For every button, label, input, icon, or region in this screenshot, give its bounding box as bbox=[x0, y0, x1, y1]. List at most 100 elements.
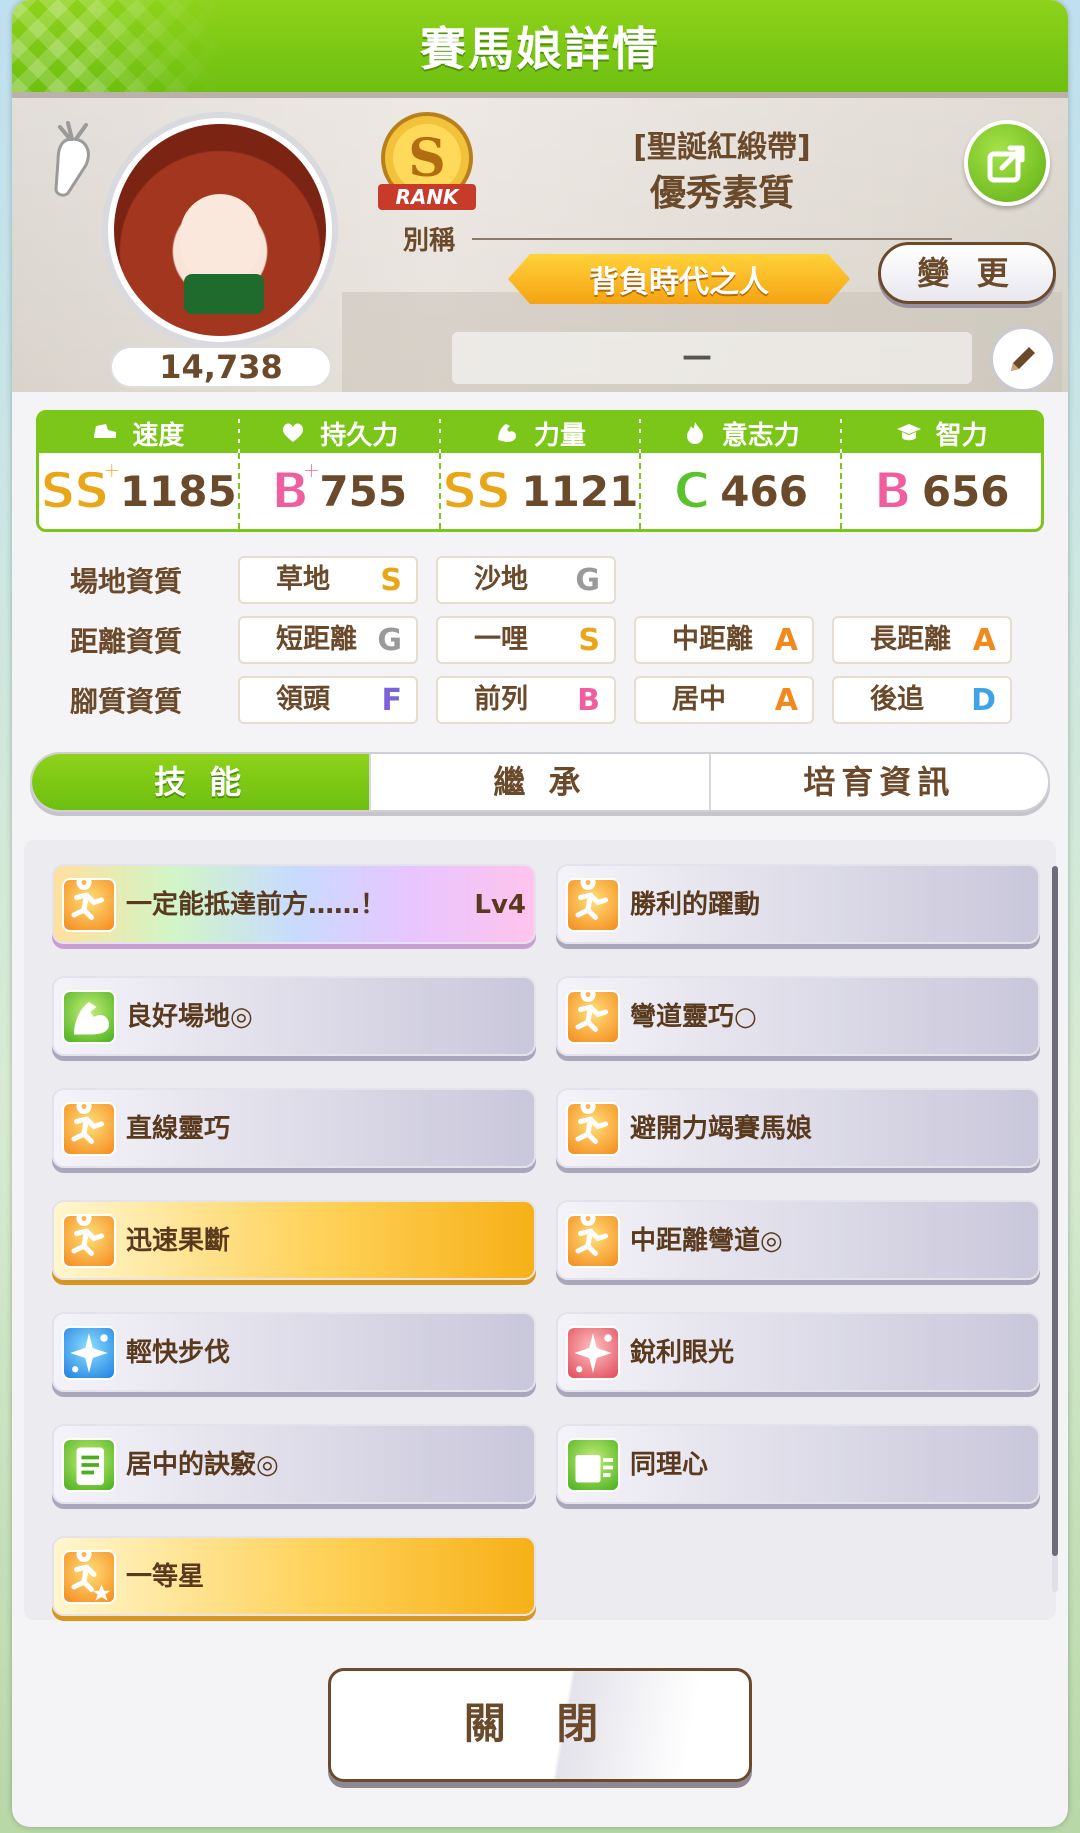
close-button[interactable]: 關 閉 bbox=[328, 1668, 752, 1782]
avatar bbox=[114, 124, 326, 336]
stat-header: 力量 bbox=[440, 413, 640, 453]
tab-inheritance[interactable]: 繼 承 bbox=[371, 754, 711, 810]
aptitude-grade: G bbox=[575, 563, 600, 598]
skill-item[interactable]: 輕快步伐 bbox=[52, 1312, 536, 1392]
skill-name: 居中的訣竅◎ bbox=[126, 1450, 279, 1480]
pencil-icon bbox=[1011, 347, 1035, 371]
aptitude-chip: 沙地 G bbox=[436, 556, 616, 604]
rank-badge-icon: S RANK bbox=[378, 112, 476, 210]
skill-item[interactable]: 同理心 bbox=[556, 1424, 1040, 1504]
aptitude-chip: 草地 S bbox=[238, 556, 418, 604]
stat-2: 力量 SS 1121 bbox=[440, 413, 642, 529]
runner-icon bbox=[566, 1211, 620, 1268]
edit-button[interactable] bbox=[990, 326, 1056, 392]
stat-body: B +755 bbox=[240, 453, 439, 529]
skill-name: 同理心 bbox=[630, 1450, 709, 1480]
stat-label: 速度 bbox=[132, 420, 185, 451]
stat-grade: SS + bbox=[39, 455, 123, 521]
outfit-name: [聖誕紅緞帶] bbox=[633, 130, 811, 165]
skill-name: 彎道靈巧○ bbox=[630, 1002, 757, 1032]
aptitude-chip: 一哩 S bbox=[436, 616, 616, 664]
aptitude-name: 長距離 bbox=[870, 624, 951, 655]
runner-icon bbox=[62, 1099, 116, 1156]
stat-value: 656 bbox=[921, 466, 1010, 516]
stat-header: 智力 bbox=[842, 413, 1041, 453]
stat-header: 速度 bbox=[39, 413, 238, 453]
runner-icon bbox=[62, 1211, 116, 1268]
skill-item[interactable]: 彎道靈巧○ bbox=[556, 976, 1040, 1056]
tab-bar: 技 能 繼 承 培育資訊 bbox=[30, 752, 1050, 812]
style-aptitude-label: 腳質資質 bbox=[70, 685, 183, 718]
avatar-ribbon bbox=[184, 274, 264, 314]
change-button[interactable]: 變 更 bbox=[878, 242, 1056, 304]
sparkle-icon bbox=[566, 1326, 620, 1380]
character-name: 優秀素質 bbox=[649, 173, 794, 214]
aptitude-chip: 長距離 A bbox=[832, 616, 1012, 664]
skills-list[interactable]: 一定能抵達前方……！ Lv4 勝利的躍動良好場地◎ 彎道靈巧○ 直線靈巧 避開力竭賽馬娘迅… bbox=[24, 840, 1056, 1620]
skill-item[interactable]: 避開力竭賽馬娘 bbox=[556, 1088, 1040, 1168]
stat-3: 意志力 C 466 bbox=[641, 413, 843, 529]
stat-label: 意志力 bbox=[721, 420, 800, 451]
skill-name: 良好場地◎ bbox=[126, 1002, 253, 1032]
scroll-thumb[interactable] bbox=[1052, 866, 1058, 1556]
aptitude-name: 居中 bbox=[672, 684, 726, 715]
stat-grade-letter: B bbox=[873, 461, 913, 521]
aptitude-name: 草地 bbox=[276, 564, 330, 595]
skill-name: 迅速果斷 bbox=[126, 1226, 231, 1256]
skills-scrollbar[interactable] bbox=[1052, 866, 1058, 1592]
distance-aptitude-label: 距離資質 bbox=[70, 625, 183, 658]
aptitude-chip: 中距離 A bbox=[634, 616, 814, 664]
skill-level: Lv4 bbox=[474, 890, 526, 920]
aptitude-name: 中距離 bbox=[672, 624, 753, 655]
skill-item[interactable]: 銳利眼光 bbox=[556, 1312, 1040, 1392]
stat-1: 持久力 B +755 bbox=[239, 413, 441, 529]
track-aptitude-row: 場地資質 草地 S 沙地 G bbox=[12, 556, 1068, 604]
title-ribbon: 背負時代之人 bbox=[508, 254, 850, 304]
stat-body: SS +1185 bbox=[39, 453, 238, 529]
aptitude-grade: A bbox=[972, 623, 996, 658]
aptitude-chip: 後追 D bbox=[832, 676, 1012, 724]
skill-item[interactable]: 良好場地◎ bbox=[52, 976, 536, 1056]
skill-name: 直線靈巧 bbox=[126, 1114, 231, 1144]
stat-grade-letter: SS bbox=[39, 461, 111, 521]
skill-item[interactable]: 迅速果斷 bbox=[52, 1200, 536, 1280]
aptitude-grade: S bbox=[578, 623, 600, 658]
tab-skills[interactable]: 技 能 bbox=[32, 754, 372, 810]
skill-name: 勝利的躍動 bbox=[630, 890, 761, 920]
carrot-icon[interactable] bbox=[42, 117, 102, 197]
skill-name: 一定能抵達前方……！ bbox=[126, 890, 387, 920]
runner-icon bbox=[566, 987, 620, 1044]
skill-item[interactable]: 一等星 bbox=[52, 1536, 536, 1616]
aptitude-chip: 居中 A bbox=[634, 676, 814, 724]
aptitude-grade: B bbox=[577, 683, 600, 718]
avatar-frame[interactable] bbox=[102, 112, 338, 348]
flame-icon bbox=[686, 422, 703, 444]
rank-badge-letter: S bbox=[408, 128, 446, 189]
skill-item[interactable]: 居中的訣竅◎ bbox=[52, 1424, 536, 1504]
stat-label: 持久力 bbox=[320, 420, 399, 451]
stat-grade: B bbox=[873, 461, 913, 521]
runner-icon bbox=[566, 875, 620, 932]
muscle-icon bbox=[497, 424, 516, 442]
skill-item[interactable]: 中距離彎道◎ bbox=[556, 1200, 1040, 1280]
tab-training-info[interactable]: 培育資訊 bbox=[711, 754, 1048, 810]
share-button[interactable] bbox=[964, 120, 1050, 206]
skill-name: 輕快步伐 bbox=[126, 1338, 231, 1368]
graduation-cap-icon bbox=[896, 424, 921, 441]
stat-label: 力量 bbox=[533, 420, 586, 451]
rank-badge-text: RANK bbox=[395, 185, 460, 209]
aptitude-name: 後追 bbox=[870, 684, 924, 715]
stat-grade: C bbox=[673, 461, 712, 521]
stat-body: C 466 bbox=[641, 453, 840, 529]
aptitude-grade: A bbox=[774, 683, 798, 718]
aptitude-name: 領頭 bbox=[276, 684, 330, 715]
skill-item[interactable]: 一定能抵達前方……！ Lv4 bbox=[52, 864, 536, 944]
stat-grade-plus: + bbox=[101, 455, 123, 485]
stats-panel: 速度 SS +1185 持久力 B +755 力量 SS 1121 意志力 C 466 智力 B 656 bbox=[36, 410, 1044, 532]
heart-icon bbox=[283, 423, 304, 442]
aptitude-chip: 領頭 F bbox=[238, 676, 418, 724]
skill-item[interactable]: 勝利的躍動 bbox=[556, 864, 1040, 944]
skill-item[interactable]: 直線靈巧 bbox=[52, 1088, 536, 1168]
style-aptitude-row: 腳質資質 領頭 F 前列 B 居中 A 後追 D bbox=[12, 676, 1068, 724]
alias-label: 別稱 bbox=[402, 226, 455, 256]
